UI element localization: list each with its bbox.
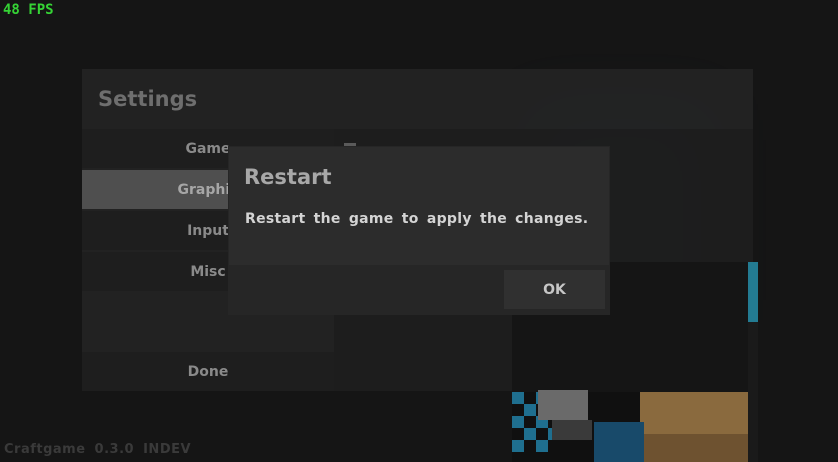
fps-counter: 48 FPS [3, 2, 54, 18]
ok-button[interactable]: OK [504, 270, 605, 309]
dialog-title: Restart [244, 165, 332, 189]
version-label: Craftgame 0.3.0 INDEV [4, 442, 192, 457]
restart-dialog: Restart Restart the game to apply the ch… [229, 147, 609, 314]
dialog-footer: OK [229, 265, 609, 314]
done-button[interactable]: Done [82, 352, 334, 391]
settings-title: Settings [98, 87, 198, 111]
dialog-message: Restart the game to apply the changes. [245, 211, 589, 227]
